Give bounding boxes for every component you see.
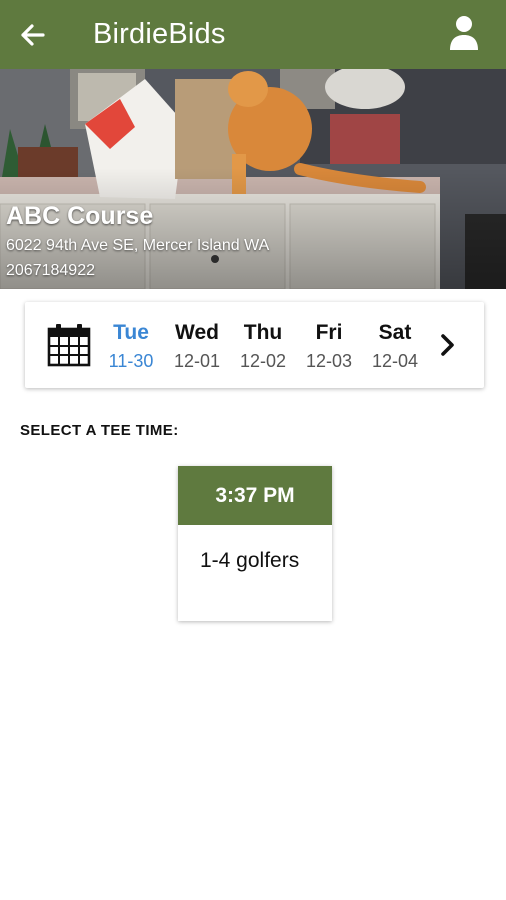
date-picker: Tue 11-30 Wed 12-01 Thu 12-02 Fri 12-03 … <box>25 302 484 388</box>
day-name: Sat <box>378 321 412 344</box>
tee-time-section-label: SELECT A TEE TIME: <box>20 422 179 439</box>
course-address: 6022 94th Ave SE, Mercer Island WA <box>6 237 270 254</box>
day-option[interactable]: Fri 12-03 <box>297 320 361 374</box>
app-bar: BirdieBids <box>0 0 506 69</box>
day-option[interactable]: Sat 12-04 <box>363 320 427 374</box>
user-icon <box>450 16 478 50</box>
day-date: 12-03 <box>305 351 353 371</box>
day-option[interactable]: Wed 12-01 <box>165 320 229 374</box>
chevron-right-icon <box>441 334 454 356</box>
course-name: ABC Course <box>6 202 154 230</box>
arrow-left-icon <box>21 24 45 46</box>
hero-overlay <box>0 69 506 289</box>
day-option[interactable]: Thu 12-02 <box>231 320 295 374</box>
day-name: Thu <box>243 321 283 344</box>
day-option[interactable]: Tue 11-30 <box>99 320 163 374</box>
app-title: BirdieBids <box>93 18 226 50</box>
day-date: 12-04 <box>371 351 419 371</box>
day-date: 12-01 <box>173 351 221 371</box>
tee-time-golfers: 1-4 golfers <box>200 549 300 572</box>
day-date: 12-02 <box>239 351 287 371</box>
back-button[interactable] <box>14 17 50 53</box>
tee-time-slot[interactable]: 3:37 PM 1-4 golfers <box>178 466 332 621</box>
tee-time-value: 3:37 PM <box>178 466 332 525</box>
day-name: Wed <box>175 321 219 344</box>
calendar-icon[interactable] <box>47 323 91 367</box>
next-days-button[interactable] <box>433 330 463 360</box>
account-button[interactable] <box>448 14 480 52</box>
day-name: Tue <box>113 321 149 344</box>
course-hero: ABC Course 6022 94th Ave SE, Mercer Isla… <box>0 69 506 289</box>
course-phone[interactable]: 2067184922 <box>6 262 95 280</box>
day-name: Fri <box>315 321 343 344</box>
day-date: 11-30 <box>108 351 154 371</box>
